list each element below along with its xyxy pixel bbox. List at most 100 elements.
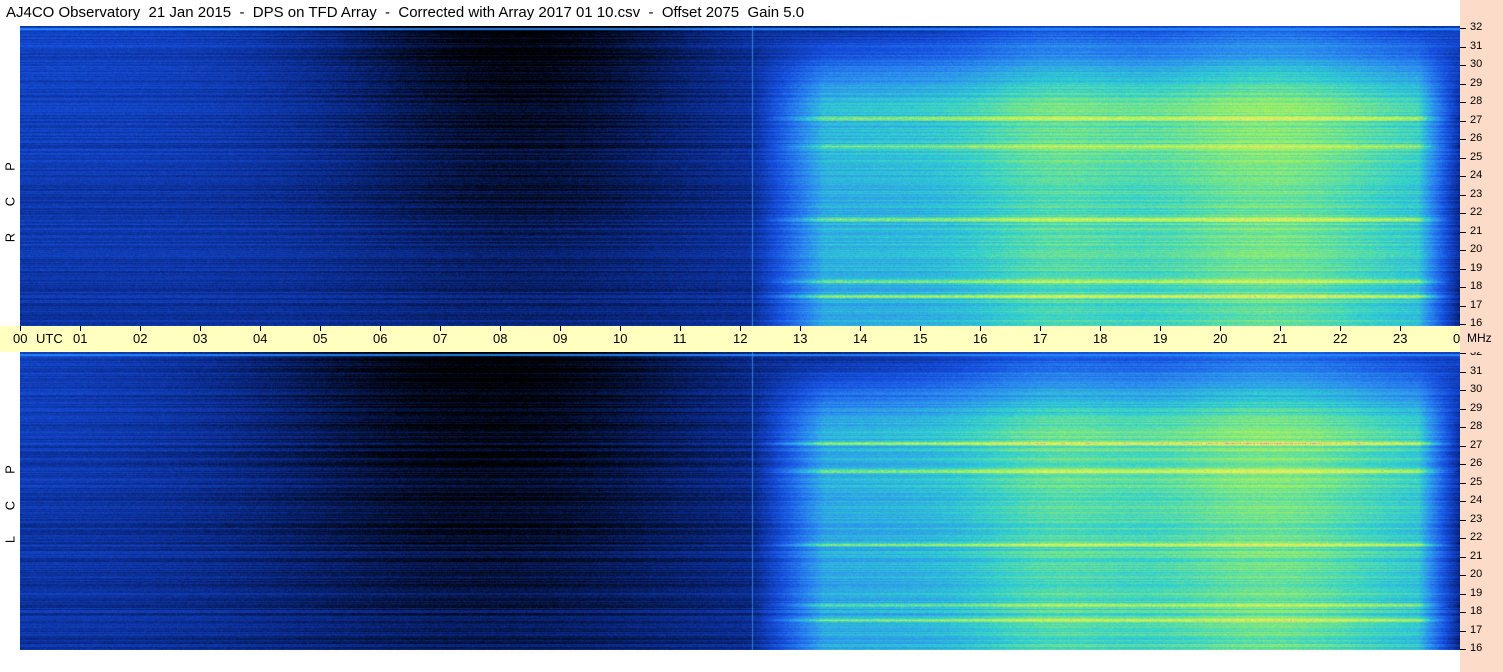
- freq-tick-label: 24: [1470, 169, 1483, 181]
- rcp-side-label: R C P: [0, 26, 20, 326]
- freq-tick-mark: [1460, 102, 1466, 103]
- freq-tick-label: 26: [1470, 457, 1483, 469]
- freq-tick-mark: [1460, 28, 1466, 29]
- freq-tick-label: 20: [1470, 568, 1483, 580]
- freq-tick-mark: [1460, 371, 1466, 373]
- utc-tick-label: 18: [1093, 331, 1108, 346]
- freq-tick-label: 22: [1470, 206, 1483, 218]
- utc-time-axis: 00 01 02 03 04 05 06 07 08 09 10 11 12 13 14 15 16 17 18 19…: [0, 326, 1467, 352]
- utc-tick-label: 22: [1333, 331, 1348, 346]
- utc-tick-label: 19: [1153, 331, 1168, 346]
- rcp-spectrogram: [20, 26, 1460, 326]
- freq-tick-mark: [1460, 649, 1466, 650]
- freq-tick-label: 19: [1470, 261, 1483, 274]
- freq-tick-label: 23: [1470, 187, 1483, 200]
- freq-tick-mark: [1460, 353, 1466, 354]
- freq-tick-label: 28: [1470, 420, 1483, 432]
- utc-tick-label: 09: [553, 331, 568, 346]
- freq-tick-mark: [1460, 268, 1466, 270]
- utc-tick-label: 00: [13, 331, 28, 346]
- freq-tick-mark: [1460, 157, 1466, 159]
- freq-tick-label: 26: [1470, 132, 1483, 144]
- freq-tick-label: 29: [1470, 401, 1483, 414]
- freq-tick-label: 18: [1470, 605, 1483, 617]
- mhz-unit-label: MHz: [1467, 331, 1492, 345]
- rcp-letter-p: P: [2, 162, 18, 171]
- freq-tick-label: 17: [1470, 298, 1483, 311]
- utc-tick-label: 20: [1213, 331, 1228, 346]
- lcp-frequency-axis: 32 31 30 29 28 27 26 25 24 23 22 21 20 19 18 17 16: [1460, 346, 1503, 672]
- utc-tick-label: 17: [1033, 331, 1048, 346]
- freq-tick-label: 25: [1470, 150, 1483, 163]
- freq-tick-label: 32: [1470, 21, 1483, 33]
- utc-tick-label: 21: [1273, 331, 1288, 346]
- utc-tick-label: 02: [133, 331, 148, 346]
- utc-tick-label: 14: [853, 331, 868, 346]
- freq-tick-mark: [1460, 305, 1466, 307]
- freq-tick-mark: [1460, 575, 1466, 576]
- utc-tick-label: 10: [613, 331, 628, 346]
- freq-tick-mark: [1460, 176, 1466, 177]
- freq-tick-mark: [1460, 501, 1466, 502]
- freq-tick-mark: [1460, 464, 1466, 465]
- utc-tick-label: 16: [973, 331, 988, 346]
- utc-tick-label: 06: [373, 331, 388, 346]
- lcp-letter-l: L: [2, 535, 18, 544]
- freq-tick-mark: [1460, 83, 1466, 85]
- freq-tick-mark: [1460, 287, 1466, 288]
- lcp-heatmap-canvas: [20, 352, 1460, 650]
- utc-tick-label: 03: [193, 331, 208, 346]
- freq-tick-mark: [1460, 231, 1466, 233]
- freq-tick-label: 17: [1470, 623, 1483, 636]
- utc-label: UTC: [36, 331, 63, 346]
- lcp-letter-p: P: [2, 465, 18, 474]
- freq-tick-label: 22: [1470, 531, 1483, 543]
- freq-tick-label: 21: [1470, 224, 1483, 237]
- freq-tick-mark: [1460, 120, 1466, 122]
- lcp-spectrogram: [20, 352, 1460, 650]
- freq-tick-mark: [1460, 556, 1466, 558]
- freq-tick-label: 29: [1470, 76, 1483, 89]
- freq-tick-mark: [1460, 630, 1466, 632]
- utc-tick-label: 15: [913, 331, 928, 346]
- freq-tick-label: 28: [1470, 95, 1483, 107]
- freq-tick-label: 19: [1470, 586, 1483, 599]
- freq-tick-mark: [1460, 194, 1466, 196]
- freq-tick-mark: [1460, 324, 1466, 325]
- freq-tick-mark: [1460, 390, 1466, 391]
- freq-tick-mark: [1460, 65, 1466, 66]
- freq-tick-label: 31: [1470, 39, 1483, 52]
- freq-tick-label: 30: [1470, 383, 1483, 395]
- freq-tick-mark: [1460, 408, 1466, 410]
- utc-tick-label: 01: [73, 331, 88, 346]
- freq-tick-mark: [1460, 519, 1466, 521]
- freq-tick-label: 30: [1470, 58, 1483, 70]
- freq-tick-label: 21: [1470, 549, 1483, 562]
- lcp-letter-c: C: [2, 500, 18, 511]
- freq-tick-mark: [1460, 250, 1466, 251]
- utc-tick-label: 12: [733, 331, 748, 346]
- freq-tick-label: 24: [1470, 494, 1483, 506]
- freq-tick-mark: [1460, 612, 1466, 613]
- freq-tick-label: 18: [1470, 280, 1483, 292]
- freq-tick-mark: [1460, 46, 1466, 48]
- freq-tick-mark: [1460, 213, 1466, 214]
- freq-tick-label: 16: [1470, 642, 1483, 654]
- freq-tick-label: 20: [1470, 243, 1483, 255]
- utc-tick-label: 04: [253, 331, 268, 346]
- freq-tick-label: 31: [1470, 364, 1483, 377]
- utc-tick-label: 08: [493, 331, 508, 346]
- chart-title: AJ4CO Observatory 21 Jan 2015 - DPS on T…: [0, 0, 1460, 26]
- freq-tick-label: 27: [1470, 438, 1483, 451]
- rcp-frequency-axis: 32 31 30 29 28 27 26 25 24 23 22 21 20 19 18 17 16: [1460, 0, 1503, 329]
- freq-tick-label: 25: [1470, 475, 1483, 488]
- rcp-heatmap-canvas: [20, 26, 1460, 326]
- freq-tick-mark: [1460, 427, 1466, 428]
- freq-tick-mark: [1460, 445, 1466, 447]
- rcp-letter-r: R: [2, 232, 18, 243]
- freq-tick-mark: [1460, 482, 1466, 484]
- freq-tick-mark: [1460, 593, 1466, 595]
- lcp-side-label: L C P: [0, 352, 20, 650]
- utc-tick-label: 11: [673, 331, 687, 346]
- utc-tick-label: 05: [313, 331, 328, 346]
